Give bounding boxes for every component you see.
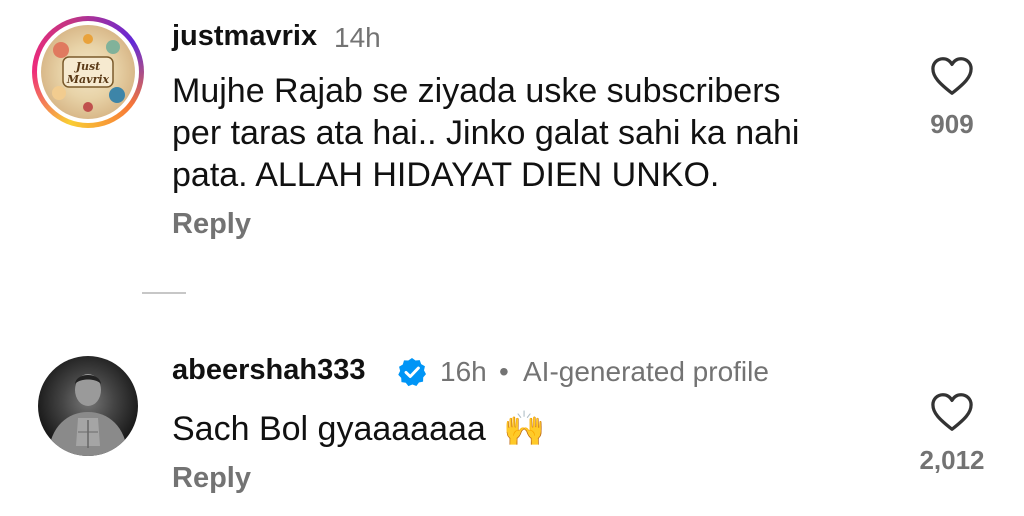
comment-text: Sach Bol gyaaaaaaa 🙌 [172,408,872,450]
avatar-logo-text-2: Mavrix [66,73,110,86]
verified-badge-icon [398,358,426,387]
like-control: 909 [907,56,997,140]
avatar[interactable] [38,356,138,456]
avatar-image: Just Mavrix [52,34,125,112]
comment-text: Mujhe Rajab se ziyada uske subscribers p… [172,70,892,196]
raising-hands-emoji: 🙌 [503,410,546,448]
reply-button[interactable]: Reply [172,462,251,495]
ai-profile-label[interactable]: AI-generated profile [523,356,769,388]
avatar-logo-text-1: Just [74,60,100,73]
comment-item: abeershah333 16h • AI-generated profile … [0,340,1024,516]
reply-button[interactable]: Reply [172,208,251,241]
comment-timestamp[interactable]: 14h [334,22,381,54]
comment-text-line: Mujhe Rajab se ziyada uske subscribers [172,72,781,110]
like-count: 909 [930,109,974,139]
comment-item: Just Mavrix justmavrix 14h Mujhe Rajab s… [0,0,1024,290]
heart-outline-icon[interactable] [930,392,974,432]
comment-text-line: per taras ata hai.. Jinko galat sahi ka … [172,114,800,152]
comment-username[interactable]: abeershah333 [172,354,365,387]
comment-text-line: pata. ALLAH HIDAYAT DIEN UNKO. [172,156,720,194]
meta-separator: • [499,356,509,387]
avatar-image [48,374,128,456]
heart-outline-icon[interactable] [930,56,974,96]
comment-timestamp[interactable]: 16h [440,356,487,388]
avatar-story-ring[interactable]: Just Mavrix [32,16,144,128]
comment-text-line: Sach Bol gyaaaaaaa [172,410,486,448]
like-count: 2,012 [919,445,985,475]
thread-divider[interactable] [142,292,186,294]
comment-username[interactable]: justmavrix [172,20,317,53]
avatar: Just Mavrix [41,25,135,119]
like-control: 2,012 [907,392,997,476]
